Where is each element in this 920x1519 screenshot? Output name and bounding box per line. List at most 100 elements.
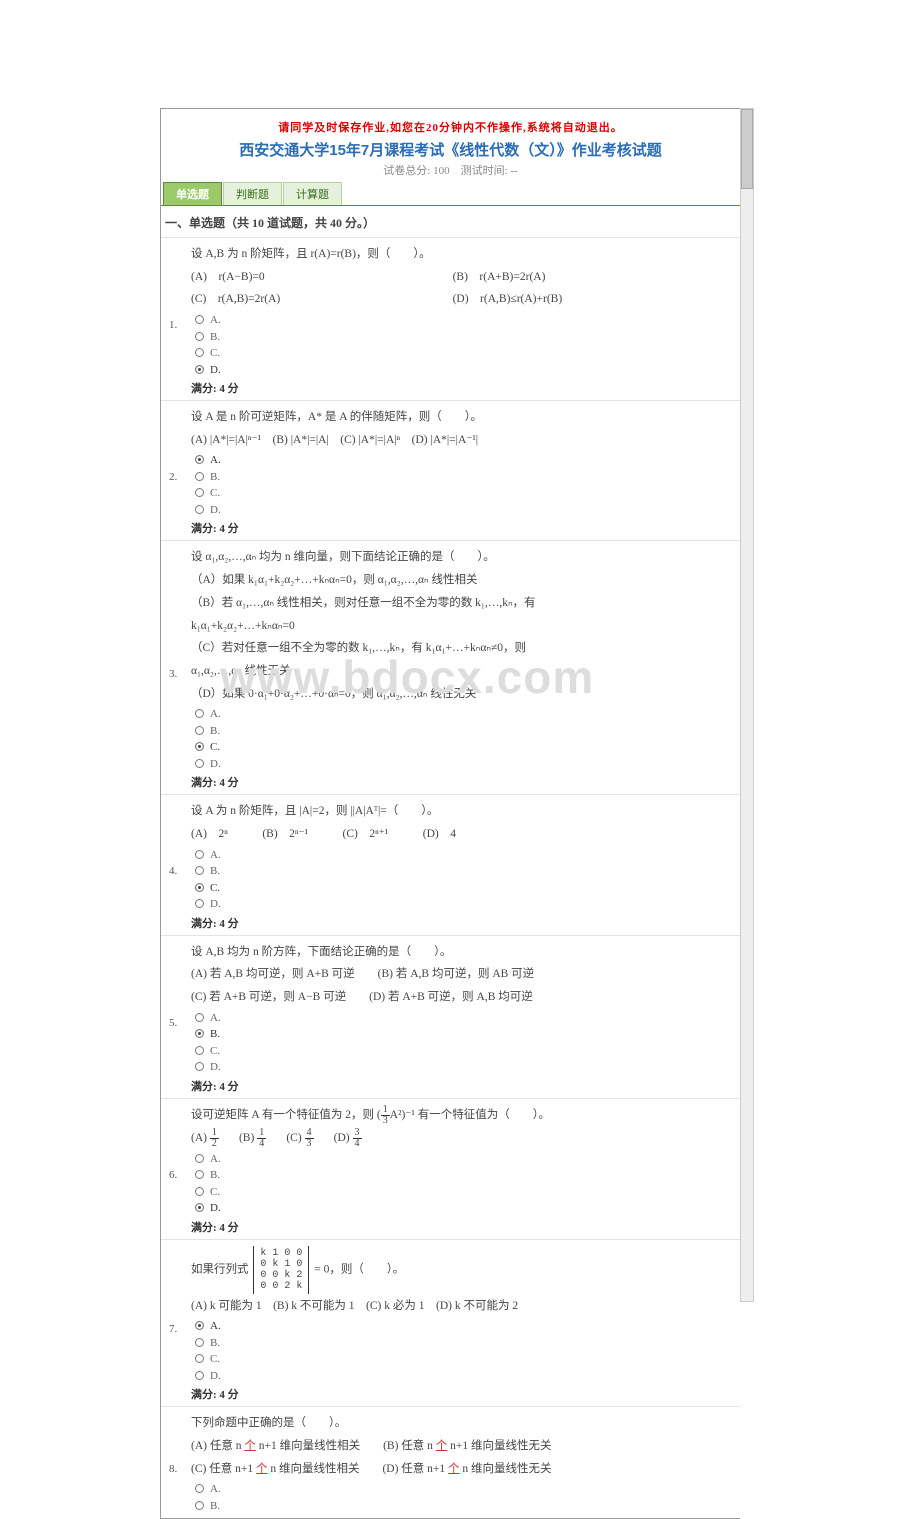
matrix-icon: k 1 0 0 0 k 1 0 0 0 k 2 0 0 2 k [253,1246,309,1294]
choice-row: (A) |A*|=|A|ⁿ⁻¹ (B) |A*|=|A| (C) |A*|=|A… [191,430,730,451]
option-label: D. [210,364,221,376]
tab-judge[interactable]: 判断题 [223,182,282,205]
option-D[interactable]: D. [191,1200,730,1217]
stem-part: = 0，则（ ）。 [314,1263,404,1275]
option-label: C. [210,347,220,359]
option-label: D. [210,758,221,770]
underline-text: 个 [448,1463,460,1475]
question-stem: 设 A 为 n 阶矩阵，且 |A|=2，则 ||A|Aᵀ|=（ ）。 [191,801,730,822]
answer-options: A. B. C. D. [191,1318,730,1384]
fraction-icon: 13 [381,1105,390,1126]
radio-icon [195,472,204,481]
warning-text: 请同学及时保存作业,如您在20分钟内不作操作,系统将自动退出。 [161,119,740,135]
option-A[interactable]: A. [191,706,730,723]
radio-icon [195,1484,204,1493]
stem-part: 如果行列式 [191,1263,251,1275]
score-label: 满分: 4 分 [191,915,730,931]
question-stem: 下列命题中正确的是（ ）。 [191,1413,730,1434]
option-C[interactable]: C. [191,485,730,502]
radio-icon [195,1371,204,1380]
question-stem: 设 α₁,α₂,…,αₙ 均为 n 维向量，则下面结论正确的是（ ）。 [191,547,730,568]
denominator: 3 [305,1139,314,1149]
radio-icon [195,332,204,341]
radio-icon [195,1062,204,1071]
score-label: 满分: 4 分 [191,1078,730,1094]
question-7: 7. 如果行列式 k 1 0 0 0 k 1 0 0 0 k 2 0 0 2 k… [161,1239,740,1407]
underline-text: 个 [244,1440,256,1452]
option-A[interactable]: A. [191,312,730,329]
option-D[interactable]: D. [191,1059,730,1076]
radio-icon [195,759,204,768]
answer-options: A. B. C. D. [191,452,730,518]
choice-row-CD: (C) 任意 n+1 个 n 维向量线性相关 (D) 任意 n+1 个 n 维向… [191,1459,730,1480]
option-A[interactable]: A. [191,1151,730,1168]
text-part: (C) 任意 n+1 [191,1463,256,1475]
option-C[interactable]: C. [191,1351,730,1368]
option-A[interactable]: A. [191,1481,730,1498]
option-B[interactable]: B. [191,329,730,346]
score-label: 满分: 4 分 [191,380,730,396]
scrollbar-thumb[interactable] [741,109,753,189]
exam-page: 请同学及时保存作业,如您在20分钟内不作操作,系统将自动退出。 西安交通大学15… [160,108,740,1519]
option-label: B. [210,1028,220,1040]
vertical-scrollbar[interactable] [740,108,754,1302]
answer-options: A. B. C. D. [191,1151,730,1217]
radio-icon [195,488,204,497]
choice-row-AB: (A) 若 A,B 均可逆，则 A+B 可逆 (B) 若 A,B 均可逆，则 A… [191,964,730,985]
option-C[interactable]: C. [191,739,730,756]
text-part: (A) 任意 n [191,1440,244,1452]
option-A[interactable]: A. [191,1318,730,1335]
section-heading: 一、单选题（共 10 道试题，共 40 分。） [161,206,740,237]
option-B[interactable]: B. [191,863,730,880]
choice-C-text: (C) r(A,B)=2r(A) [191,289,450,310]
choice-B-text2: k₁α₁+k₂α₂+…+kₙαₙ=0 [191,616,730,637]
choice-row: (A) 12 (B) 14 (C) 43 (D) 34 [191,1128,730,1149]
option-C[interactable]: C. [191,345,730,362]
option-B[interactable]: B. [191,1335,730,1352]
radio-icon [195,1029,204,1038]
question-number: 7. [169,1323,177,1335]
radio-icon [195,883,204,892]
option-A[interactable]: A. [191,452,730,469]
radio-icon [195,1321,204,1330]
tab-calc[interactable]: 计算题 [283,182,342,205]
option-D[interactable]: D. [191,896,730,913]
option-label: A. [210,708,221,720]
answer-options: A. B. C. D. [191,847,730,913]
question-5: 5. 设 A,B 均为 n 阶方阵，下面结论正确的是（ ）。 (A) 若 A,B… [161,935,740,1098]
choice-row: (A) 2ⁿ (B) 2ⁿ⁻¹ (C) 2ⁿ⁺¹ (D) 4 [191,824,730,845]
stem-part: 设可逆矩阵 A 有一个特征值为 2，则 ( [191,1109,381,1121]
radio-icon [195,1170,204,1179]
option-C[interactable]: C. [191,1043,730,1060]
option-A[interactable]: A. [191,1010,730,1027]
radio-icon [195,1013,204,1022]
denominator: 4 [257,1139,266,1149]
option-D[interactable]: D. [191,502,730,519]
option-B[interactable]: B. [191,469,730,486]
option-D[interactable]: D. [191,362,730,379]
question-number: 3. [169,668,177,680]
option-label: D. [210,1370,221,1382]
option-A[interactable]: A. [191,847,730,864]
option-C[interactable]: C. [191,1184,730,1201]
option-B[interactable]: B. [191,1167,730,1184]
score-label: 满分: 4 分 [191,1219,730,1235]
option-label: C. [210,1045,220,1057]
radio-icon [195,1046,204,1055]
tab-single-choice[interactable]: 单选题 [163,182,222,205]
question-2: 2. 设 A 是 n 阶可逆矩阵，A* 是 A 的伴随矩阵，则（ ）。 (A) … [161,400,740,540]
radio-icon [195,742,204,751]
option-D[interactable]: D. [191,756,730,773]
option-D[interactable]: D. [191,1368,730,1385]
option-label: B. [210,331,220,343]
option-C[interactable]: C. [191,880,730,897]
option-label: B. [210,471,220,483]
option-B[interactable]: B. [191,1026,730,1043]
option-label: B. [210,725,220,737]
option-label: D. [210,504,221,516]
option-B[interactable]: B. [191,1498,730,1515]
radio-icon [195,899,204,908]
answer-options: A. B. C. D. [191,1010,730,1076]
choice-row: (C) r(A,B)=2r(A) (D) r(A,B)≤r(A)+r(B) [191,289,730,310]
option-B[interactable]: B. [191,723,730,740]
